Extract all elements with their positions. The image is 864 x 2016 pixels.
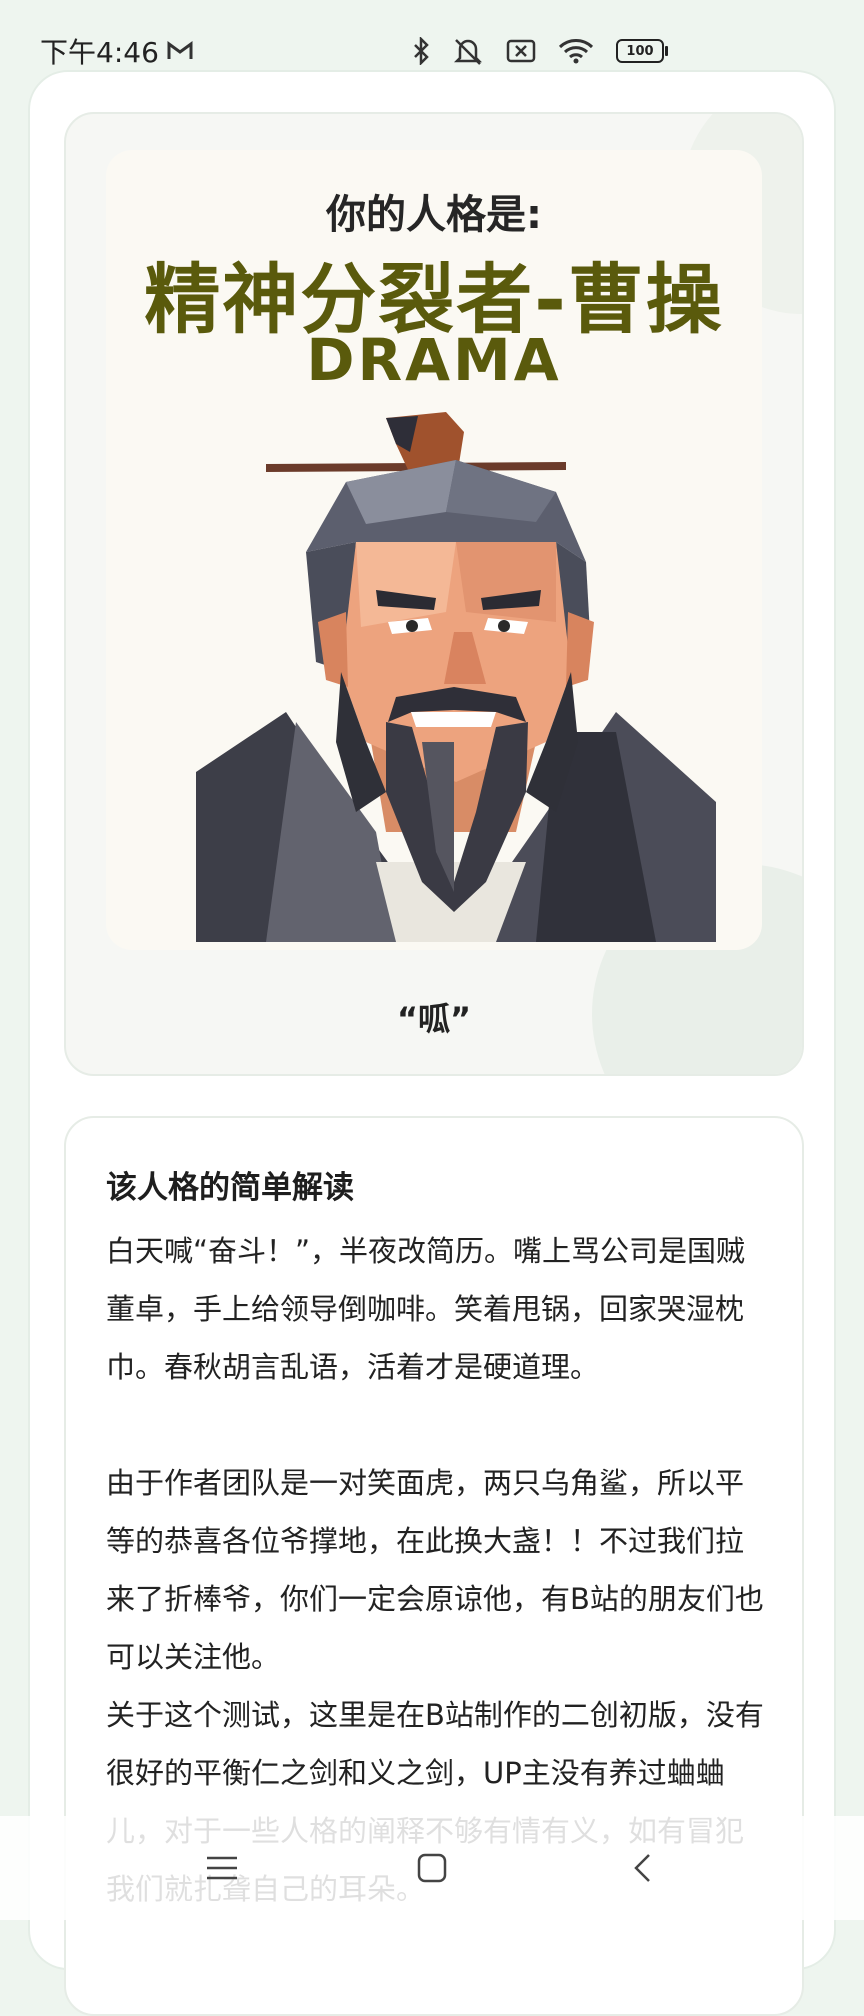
status-right: 100 [412,36,668,66]
menu-icon[interactable] [192,1838,252,1898]
wifi-icon [558,38,594,64]
bluetooth-icon [412,37,430,65]
poster-prefix: 你的人格是: [326,192,542,238]
personality-quote: “呱” [396,1000,472,1038]
no-sim-icon [506,38,536,64]
explanation-body: 白天喊“奋斗！”，半夜改简历。嘴上骂公司是国贼董卓，手上给领导倒咖啡。笑着甩锅，… [106,1234,764,1906]
explanation-heading: 该人格的简单解读 [106,1170,354,1206]
cao-cao-portrait [196,412,716,942]
personality-poster: 你的人格是: 精神分裂者-曹操 DRAMA [106,150,762,950]
home-icon[interactable] [402,1838,462,1898]
status-left: 下午4:46 [40,31,193,71]
gmail-icon [167,41,193,61]
mute-icon [452,36,484,66]
status-time: 下午4:46 [40,36,159,69]
battery-indicator: 100 [616,39,668,63]
result-card: 你的人格是: 精神分裂者-曹操 DRAMA “呱” [64,112,804,1076]
personality-code: DRAMA [306,326,562,394]
content-sheet: 你的人格是: 精神分裂者-曹操 DRAMA “呱” 该人格的简单解读 白天喊“奋… [28,70,836,2016]
system-nav-bar [0,1816,864,1920]
back-icon[interactable] [612,1838,672,1898]
